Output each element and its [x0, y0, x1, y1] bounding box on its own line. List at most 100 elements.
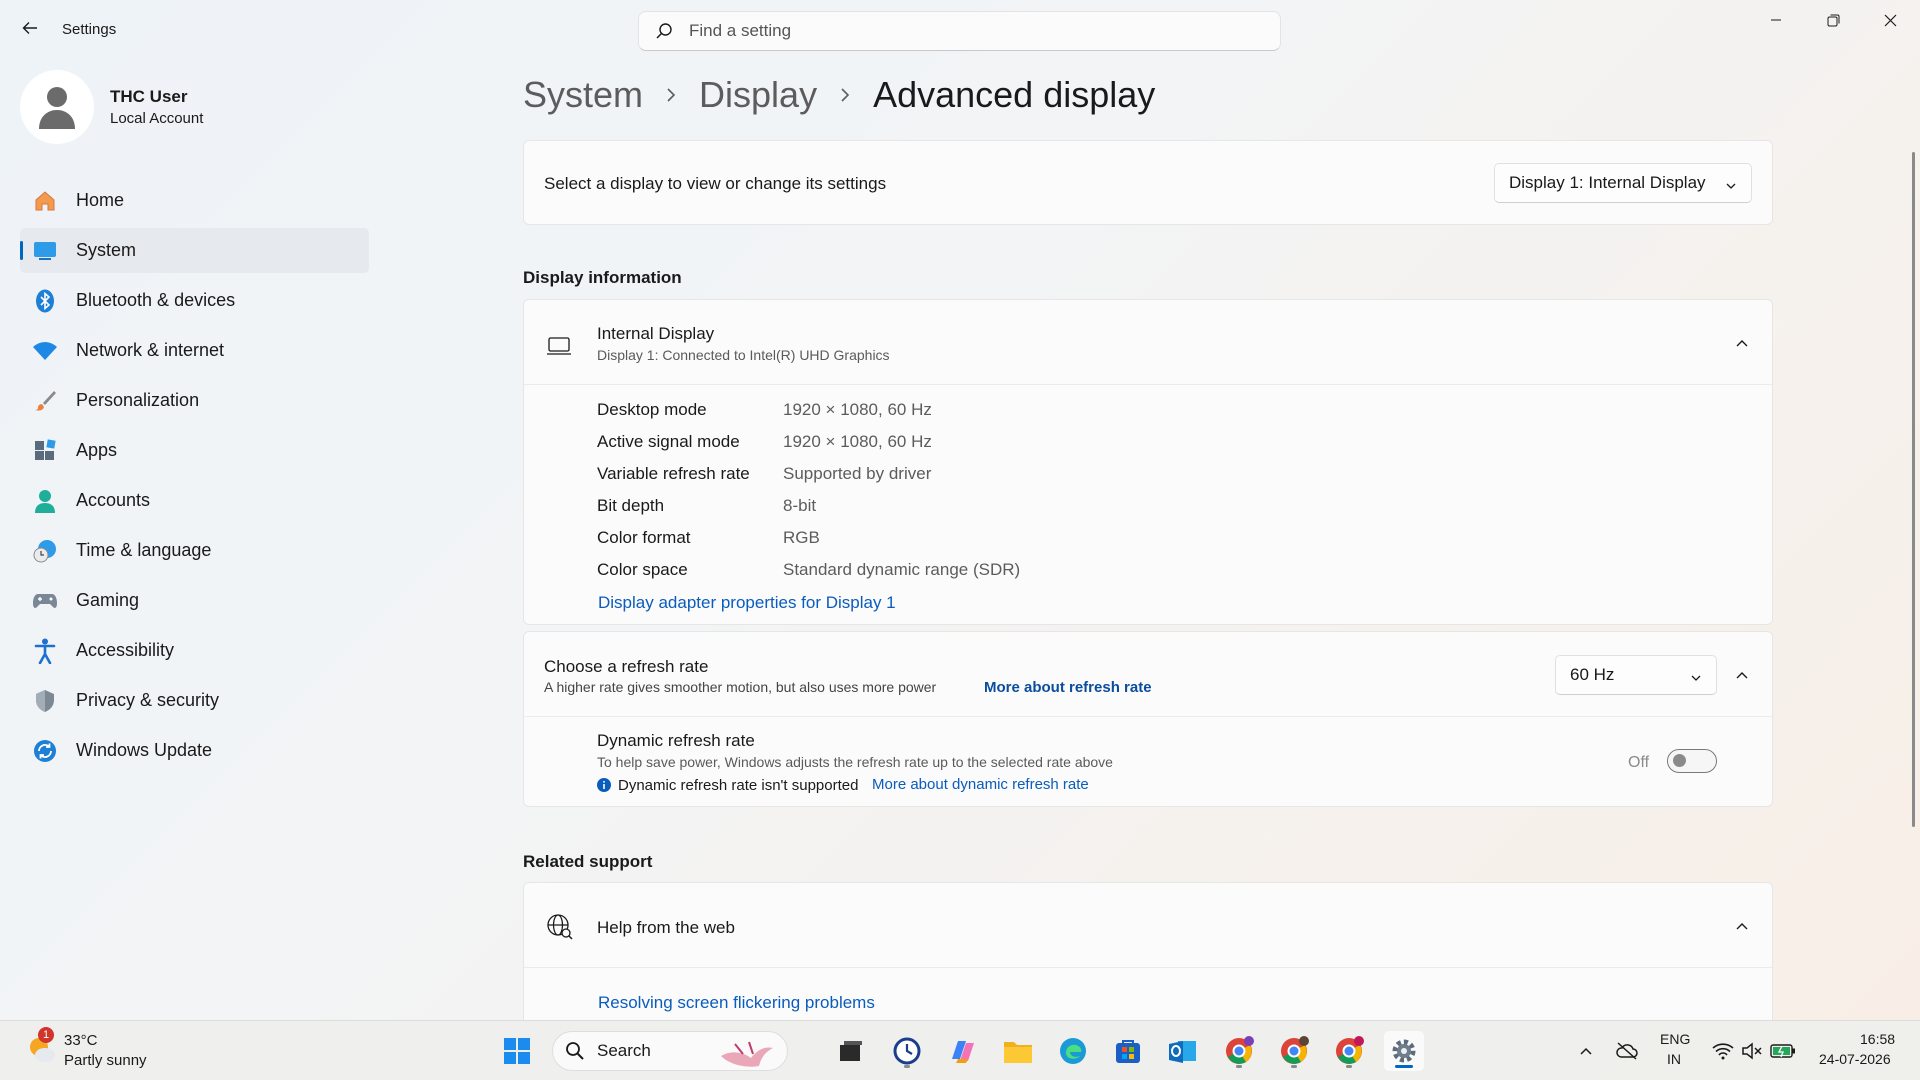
network-status-button[interactable] — [1707, 1031, 1739, 1071]
more-about-dynamic-refresh-link[interactable]: More about dynamic refresh rate — [872, 776, 1089, 793]
taskbar-app-chrome-profile-j[interactable] — [1329, 1031, 1369, 1071]
language-code[interactable]: ENG — [1660, 1031, 1690, 1047]
screen-flickering-link[interactable]: Resolving screen flickering problems — [598, 993, 875, 1013]
clock-date[interactable]: 24-07-2026 — [1819, 1051, 1891, 1067]
info-label: Variable refresh rate — [597, 464, 750, 483]
chevron-right-icon — [831, 87, 859, 103]
running-indicator — [1236, 1065, 1242, 1068]
sidebar-item-privacy[interactable]: Privacy & security — [20, 678, 369, 723]
chevron-up-icon — [1736, 340, 1748, 347]
wifi-icon — [32, 338, 58, 364]
chevron-up-icon — [1580, 1047, 1592, 1055]
settings-search-box[interactable] — [638, 11, 1281, 51]
sidebar-item-home[interactable]: Home — [20, 178, 369, 223]
active-indicator — [1395, 1065, 1413, 1068]
toggle-knob — [1673, 754, 1686, 767]
profile-account-type: Local Account — [110, 110, 204, 127]
volume-button[interactable] — [1736, 1031, 1768, 1071]
language-region[interactable]: IN — [1667, 1051, 1681, 1067]
taskbar-app-copilot[interactable] — [943, 1031, 983, 1071]
more-about-refresh-rate-link[interactable]: More about refresh rate — [984, 679, 1152, 696]
dynamic-refresh-toggle-state: Off — [1628, 754, 1650, 771]
help-from-web-card: Help from the web Resolving screen flick… — [523, 882, 1773, 1022]
cloud-off-icon — [1616, 1042, 1638, 1060]
dynamic-refresh-warning: Dynamic refresh rate isn't supported — [618, 777, 859, 794]
chevron-right-icon — [657, 87, 685, 103]
display-device-connection: Display 1: Connected to Intel(R) UHD Gra… — [597, 347, 890, 363]
sidebar-item-accounts[interactable]: Accounts — [20, 478, 369, 523]
search-icon — [565, 1041, 585, 1061]
taskbar-app-store[interactable] — [1108, 1031, 1148, 1071]
taskbar-app-edge[interactable] — [1053, 1031, 1093, 1071]
display-information-heading: Display information — [523, 268, 682, 287]
dynamic-refresh-toggle[interactable] — [1667, 749, 1717, 773]
folder-icon — [1004, 1042, 1032, 1063]
display-adapter-properties-link[interactable]: Display adapter properties for Display 1 — [598, 593, 896, 613]
chevron-down-icon — [1725, 177, 1737, 197]
start-button[interactable] — [497, 1031, 537, 1071]
windows-logo-icon — [504, 1038, 530, 1064]
sidebar-nav: Home System Bluetooth & devices Network … — [20, 178, 369, 778]
weather-description[interactable]: Partly sunny — [64, 1052, 147, 1069]
display-information-card: Internal Display Display 1: Connected to… — [523, 299, 1773, 625]
breadcrumb-system[interactable]: System — [523, 74, 643, 116]
sidebar-item-label: Home — [76, 190, 125, 210]
back-button[interactable] — [16, 14, 44, 42]
breadcrumb: System Display Advanced display — [523, 70, 1155, 120]
sidebar-item-bluetooth[interactable]: Bluetooth & devices — [20, 278, 369, 323]
sidebar-item-accessibility[interactable]: Accessibility — [20, 628, 369, 673]
show-hidden-icons-button[interactable] — [1568, 1031, 1604, 1071]
info-value: 1920 × 1080, 60 Hz — [783, 432, 932, 451]
sidebar-item-time-language[interactable]: Time & language — [20, 528, 369, 573]
taskbar-app-outlook[interactable] — [1163, 1031, 1203, 1071]
user-silhouette-icon — [39, 87, 75, 129]
weather-widget-icon[interactable]: 1 — [26, 1027, 56, 1065]
sidebar-item-personalization[interactable]: Personalization — [20, 378, 369, 423]
minimize-button[interactable] — [1748, 0, 1804, 40]
profile-name: THC User — [110, 87, 188, 106]
chevron-up-icon — [1736, 672, 1748, 679]
sidebar-item-apps[interactable]: Apps — [20, 428, 369, 473]
page-title: Advanced display — [873, 74, 1156, 115]
weather-temperature[interactable]: 33°C — [64, 1032, 98, 1049]
info-label: Active signal mode — [597, 432, 740, 451]
taskbar-app-chrome-profile-c[interactable] — [1219, 1031, 1259, 1071]
search-highlight-icon — [715, 1036, 775, 1073]
collapse-refresh-rate-button[interactable] — [1727, 660, 1757, 690]
display-select-dropdown[interactable]: Display 1: Internal Display — [1494, 163, 1752, 203]
copilot-icon — [952, 1041, 974, 1063]
clock-time[interactable]: 16:58 — [1860, 1031, 1895, 1047]
battery-button[interactable] — [1766, 1031, 1800, 1071]
taskbar-app-file-explorer[interactable] — [998, 1031, 1038, 1071]
info-value: 8-bit — [783, 496, 817, 515]
onedrive-status-button[interactable] — [1609, 1031, 1645, 1071]
volume-muted-icon — [1742, 1042, 1762, 1060]
running-indicator — [904, 1065, 910, 1068]
sidebar-item-label: Windows Update — [76, 740, 213, 760]
app-title: Settings — [62, 21, 117, 38]
collapse-help-button[interactable] — [1727, 911, 1757, 941]
laptop-icon — [546, 336, 572, 361]
taskbar-app-settings[interactable] — [1384, 1031, 1424, 1071]
search-input[interactable] — [689, 21, 1249, 41]
restore-button[interactable] — [1805, 0, 1861, 40]
task-view-button[interactable] — [831, 1031, 871, 1071]
taskbar-app-chrome-profile-photo[interactable] — [1274, 1031, 1314, 1071]
brush-icon — [32, 388, 58, 414]
chevron-down-icon — [1690, 669, 1702, 689]
sidebar-item-label: Privacy & security — [76, 690, 220, 710]
sidebar-item-gaming[interactable]: Gaming — [20, 578, 369, 623]
collapse-display-info-button[interactable] — [1727, 328, 1757, 358]
sidebar-item-network[interactable]: Network & internet — [20, 328, 369, 373]
scrollbar[interactable] — [1912, 152, 1915, 827]
breadcrumb-display[interactable]: Display — [699, 74, 817, 116]
chrome-icon — [1336, 1036, 1364, 1064]
taskbar-search[interactable]: Search — [552, 1031, 788, 1071]
taskbar-app-timer[interactable] — [887, 1031, 927, 1071]
sidebar-item-windows-update[interactable]: Windows Update — [20, 728, 369, 773]
close-button[interactable] — [1862, 0, 1918, 40]
user-profile[interactable]: THC User Local Account — [20, 70, 203, 144]
refresh-rate-dropdown[interactable]: 60 Hz — [1555, 655, 1717, 695]
display-select-label: Select a display to view or change its s… — [544, 174, 887, 193]
sidebar-item-system[interactable]: System — [20, 228, 369, 273]
